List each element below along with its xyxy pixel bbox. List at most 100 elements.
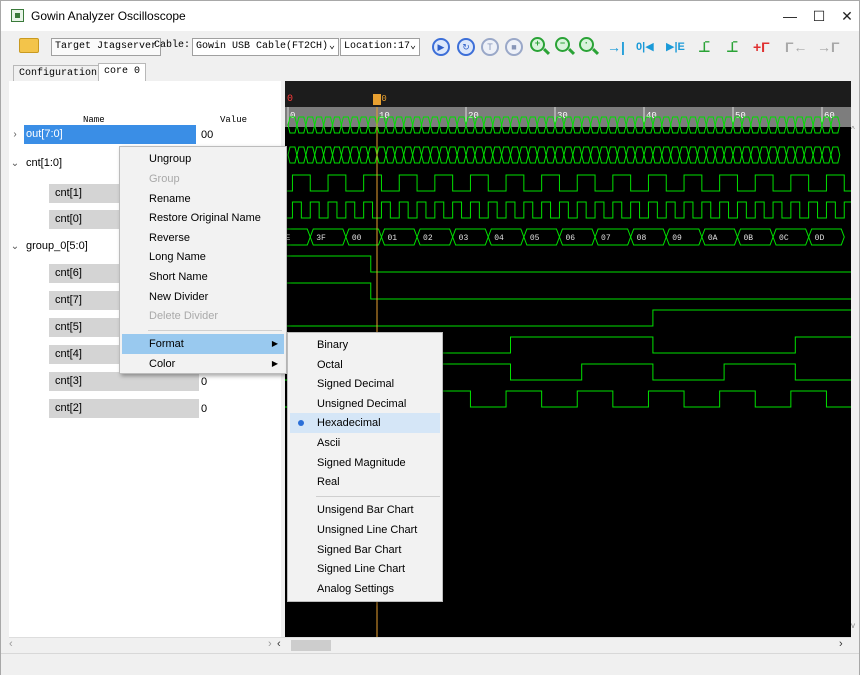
wave-scroll-thumb[interactable] [291, 640, 331, 651]
zoom-in-icon[interactable]: + [530, 37, 545, 52]
bus-segment-cnt [474, 146, 485, 164]
stop-icon[interactable]: ■ [505, 38, 523, 56]
bus-segment-cnt [652, 146, 663, 164]
format-analog-settings[interactable]: Analog Settings [290, 579, 440, 599]
bus-value-label: 0D [815, 234, 825, 243]
wave-cnt6 [285, 255, 851, 273]
bus-segment-cnt [349, 146, 360, 164]
wave-scroll-right-icon[interactable]: › [839, 638, 843, 650]
menu-color-label: Color [149, 358, 176, 370]
scroll-right-icon[interactable]: › [268, 638, 272, 650]
bus-segment-cnt [554, 146, 565, 164]
bus-value-label: 03 [459, 234, 469, 243]
menu-short-name[interactable]: Short Name [122, 267, 284, 287]
next-edge-icon[interactable]: ⊥̄ [726, 38, 739, 56]
menu-delete-divider[interactable]: Delete Divider [122, 306, 284, 326]
bus-segment-cnt [447, 146, 458, 164]
bus-value-label: 0B [743, 234, 753, 243]
tab-core-0[interactable]: core 0 [98, 63, 147, 81]
wave-cnt5 [285, 309, 851, 327]
scroll-up-icon[interactable]: ^ [851, 125, 855, 134]
signal-row[interactable]: › out[7:0] 00 [9, 125, 281, 145]
format-unsigned-decimal[interactable]: Unsigned Decimal [290, 394, 440, 414]
signal-name: out[7:0] [24, 125, 196, 144]
go-to-end-icon[interactable]: ▶|E [666, 38, 685, 56]
vertical-scrollbar[interactable]: ^ v [851, 81, 859, 637]
collapse-chevron-icon[interactable]: ⌄ [9, 154, 21, 174]
menu-long-name[interactable]: Long Name [122, 247, 284, 267]
wave-scroll-left-icon[interactable]: ‹ [277, 638, 281, 650]
signal-row[interactable]: cnt[3] 0 [9, 372, 281, 392]
oscilloscope-window: Gowin Analyzer Oscilloscope — ☐ ✕ Target… [0, 0, 860, 675]
menu-separator [316, 496, 440, 497]
bus-segment-cnt [509, 146, 520, 164]
zoom-out-icon[interactable]: − [555, 37, 570, 52]
prev-edge-icon[interactable]: ⊥̄ [698, 38, 711, 56]
menu-format[interactable]: Format ▶ [122, 334, 284, 354]
prev-marker-icon[interactable]: Γ← [785, 38, 807, 56]
expand-chevron-icon[interactable]: › [9, 125, 21, 145]
add-marker-icon[interactable]: +Γ [753, 38, 770, 56]
scroll-down-icon[interactable]: v [851, 621, 855, 630]
signal-value: 0 [201, 376, 208, 388]
next-marker-icon[interactable]: →Γ [817, 38, 839, 56]
submenu-arrow-icon: ▶ [271, 339, 278, 348]
bus-segment-cnt [563, 146, 574, 164]
format-unsigned-bar-chart[interactable]: Unsigend Bar Chart [290, 500, 440, 520]
location-select[interactable]: Location:17 ⌄ [340, 38, 420, 56]
menu-group[interactable]: Group [122, 169, 284, 189]
cable-select[interactable]: Gowin USB Cable(FT2CH) ⌄ [192, 38, 339, 56]
menu-restore-original-name[interactable]: Restore Original Name [122, 208, 284, 228]
format-signed-magnitude[interactable]: Signed Magnitude [290, 453, 440, 473]
tab-configuration[interactable]: Configuration [13, 65, 104, 81]
open-folder-icon[interactable] [19, 38, 39, 53]
maximize-button[interactable]: ☐ [807, 6, 831, 26]
auto-run-icon[interactable]: ↻ [457, 38, 475, 56]
ruler-tick-label: 0 [290, 111, 295, 121]
menu-reverse[interactable]: Reverse [122, 228, 284, 248]
window-title: Gowin Analyzer Oscilloscope [31, 9, 186, 23]
collapse-chevron-icon[interactable]: ⌄ [9, 237, 21, 257]
close-button[interactable]: ✕ [835, 6, 859, 26]
format-octal[interactable]: Octal [290, 355, 440, 375]
scroll-left-icon[interactable]: ‹ [9, 638, 13, 650]
menu-new-divider[interactable]: New Divider [122, 287, 284, 307]
force-trigger-icon[interactable]: T [481, 38, 499, 56]
minimize-button[interactable]: — [778, 6, 802, 26]
format-binary[interactable]: Binary [290, 335, 440, 355]
bus-segment-cnt [420, 146, 431, 164]
menu-ungroup[interactable]: Ungroup [122, 149, 284, 169]
format-signed-line-chart[interactable]: Signed Line Chart [290, 559, 440, 579]
format-submenu: Binary Octal Signed Decimal Unsigned Dec… [287, 332, 443, 602]
bus-segment-cnt [723, 146, 734, 164]
toolbar: Target Jtagserver Cable: Gowin USB Cable… [1, 31, 859, 63]
target-jtagserver-button[interactable]: Target Jtagserver [51, 38, 162, 56]
run-icon[interactable]: ▶ [432, 38, 450, 56]
zoom-fit-icon[interactable]: · [579, 37, 594, 52]
go-to-cursor-icon[interactable]: →| [607, 38, 625, 56]
horizontal-scrollbar[interactable]: ‹ › ‹ › [9, 637, 851, 653]
go-to-start-icon[interactable]: 0|◀ [636, 38, 654, 56]
format-unsigned-line-chart[interactable]: Unsigned Line Chart [290, 520, 440, 540]
signal-name: cnt[1:0] [26, 157, 63, 169]
menu-format-label: Format [149, 338, 184, 350]
signal-row[interactable]: cnt[2] 0 [9, 399, 281, 419]
format-real[interactable]: Real [290, 472, 440, 492]
bus-segment-cnt [812, 146, 823, 164]
wave-cnt0 [285, 201, 851, 219]
column-header-value: Value [220, 115, 248, 125]
bus-segment-cnt [367, 146, 378, 164]
bus-segment-cnt [483, 146, 494, 164]
format-signed-decimal[interactable]: Signed Decimal [290, 374, 440, 394]
signal-context-menu: Ungroup Group Rename Restore Original Na… [119, 146, 287, 374]
bus-segment-cnt [456, 146, 467, 164]
menu-color[interactable]: Color ▶ [122, 354, 284, 374]
bus-segment-cnt [358, 146, 369, 164]
bus-segment-cnt [536, 146, 547, 164]
format-signed-bar-chart[interactable]: Signed Bar Chart [290, 540, 440, 560]
status-bar [1, 653, 859, 675]
format-hexadecimal[interactable]: Hexadecimal [290, 413, 440, 433]
format-ascii[interactable]: Ascii [290, 433, 440, 453]
menu-rename[interactable]: Rename [122, 189, 284, 209]
chevron-down-icon: ⌄ [328, 41, 335, 52]
